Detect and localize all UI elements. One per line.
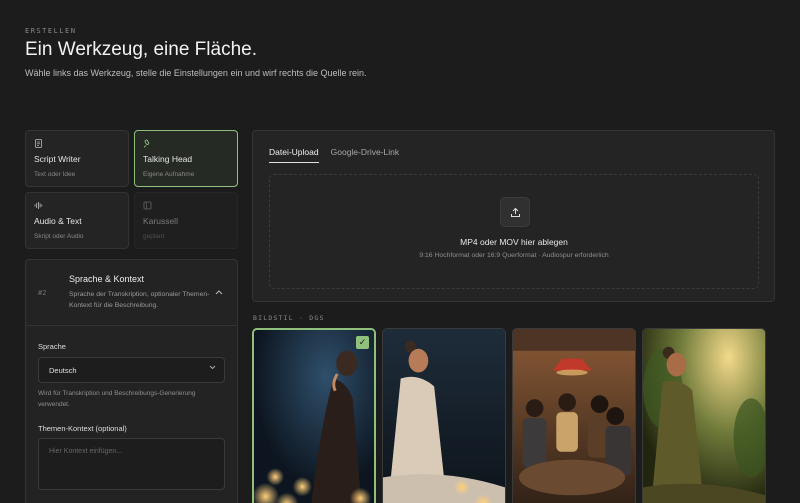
language-label: Sprache	[38, 342, 66, 351]
tool-audio-text[interactable]: Audio & Text Skript oder Audio	[25, 192, 129, 249]
check-icon: ✓	[356, 336, 369, 349]
tool-sub: Skript oder Audio	[34, 233, 84, 240]
meditation-seated-image	[383, 329, 505, 503]
context-placeholder: Hier Kontext einfügen...	[49, 448, 123, 455]
carousel-icon	[143, 201, 152, 210]
page-title: Ein Werkzeug, eine Fläche.	[25, 39, 257, 60]
step-number: #2	[38, 289, 47, 297]
context-textarea[interactable]: Hier Kontext einfügen...	[38, 438, 225, 490]
tool-sub: geplant	[143, 233, 165, 240]
chevron-up-icon[interactable]	[215, 288, 223, 297]
tool-label: Karussell	[143, 216, 178, 226]
document-icon	[34, 139, 43, 148]
meditation-candles-image	[254, 330, 374, 503]
language-select[interactable]: Deutsch	[38, 357, 225, 383]
language-select-value: Deutsch	[49, 366, 77, 375]
context-label: Themen-Kontext (optional)	[38, 424, 127, 433]
upload-panel: Datei-Upload Google-Drive-Link MP4 oder …	[252, 130, 775, 302]
waveform-icon	[34, 201, 43, 210]
style-thumbnail[interactable]: ✓	[252, 328, 376, 503]
image-style-label: BILDSTIL · DGS	[253, 314, 325, 322]
chevron-down-icon	[209, 365, 216, 372]
tab-file-upload[interactable]: Datei-Upload	[269, 147, 319, 163]
style-thumbnail[interactable]	[382, 328, 506, 503]
drop-title: MP4 oder MOV hier ablegen	[460, 237, 568, 247]
image-style-thumbnails: ✓	[252, 328, 766, 503]
style-thumbnail[interactable]	[642, 328, 766, 503]
tool-carousel: Karussell geplant	[134, 192, 238, 249]
meditation-garden-image	[643, 329, 765, 503]
drop-subtitle: 9:16 Hochformat oder 16:9 Querformat · A…	[419, 252, 609, 259]
upload-icon[interactable]	[500, 197, 530, 227]
language-panel-description: Sprache der Transkription, optionaler Th…	[69, 291, 210, 309]
page-subtitle: Wähle links das Werkzeug, stelle die Ein…	[25, 68, 367, 78]
language-hint: Wird für Transkription und Beschreibungs…	[38, 390, 196, 408]
tab-google-drive-link[interactable]: Google-Drive-Link	[331, 147, 400, 163]
tool-label: Audio & Text	[34, 216, 82, 226]
tool-label: Script Writer	[34, 154, 81, 164]
style-thumbnail[interactable]	[512, 328, 636, 503]
tool-talking-head[interactable]: Talking Head Eigene Aufnahme	[134, 130, 238, 187]
microphone-icon	[143, 139, 152, 148]
tool-sub: Eigene Aufnahme	[143, 171, 195, 178]
tool-label: Talking Head	[143, 154, 193, 164]
tool-grid: Script Writer Text oder Idee Talking Hea…	[25, 130, 238, 249]
dropzone[interactable]: MP4 oder MOV hier ablegen 9:16 Hochforma…	[269, 174, 759, 289]
language-panel-header[interactable]: #2 Sprache & Kontext Sprache der Transkr…	[26, 260, 237, 326]
language-context-panel: #2 Sprache & Kontext Sprache der Transkr…	[25, 259, 238, 503]
tool-script-writer[interactable]: Script Writer Text oder Idee	[25, 130, 129, 187]
group-meeting-image	[513, 329, 635, 503]
eyebrow: ERSTELLEN	[25, 27, 77, 35]
tool-sub: Text oder Idee	[34, 171, 76, 178]
upload-tabs: Datei-Upload Google-Drive-Link	[269, 147, 399, 163]
language-panel-title: Sprache & Kontext	[69, 274, 145, 284]
